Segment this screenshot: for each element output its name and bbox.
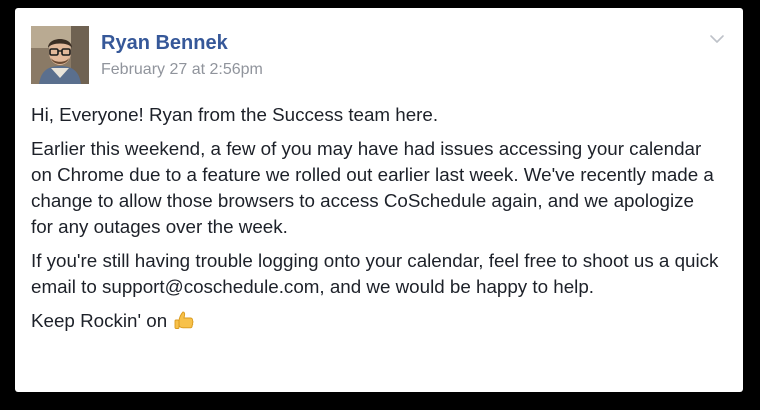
- chevron-down-icon[interactable]: [705, 28, 729, 50]
- post-paragraph: If you're still having trouble logging o…: [31, 250, 719, 297]
- facebook-post-card: Ryan Bennek February 27 at 2:56pm Hi, Ev…: [15, 8, 743, 392]
- post-timestamp[interactable]: February 27 at 2:56pm: [101, 61, 263, 79]
- post-signoff-text: Keep Rockin' on: [31, 310, 168, 331]
- post-signoff: Keep Rockin' on: [31, 308, 721, 334]
- post-author-name[interactable]: Ryan Bennek: [101, 32, 228, 55]
- post-paragraph: Earlier this weekend, a few of you may h…: [31, 138, 714, 237]
- post-paragraph: Hi, Everyone! Ryan from the Success team…: [31, 104, 439, 125]
- screenshot-frame: Ryan Bennek February 27 at 2:56pm Hi, Ev…: [0, 0, 760, 410]
- post-header: Ryan Bennek February 27 at 2:56pm: [31, 26, 724, 84]
- avatar-photo: [31, 26, 89, 84]
- post-body: Hi, Everyone! Ryan from the Success team…: [31, 102, 721, 334]
- avatar[interactable]: [31, 26, 89, 84]
- thumbs-up-icon: [173, 310, 195, 332]
